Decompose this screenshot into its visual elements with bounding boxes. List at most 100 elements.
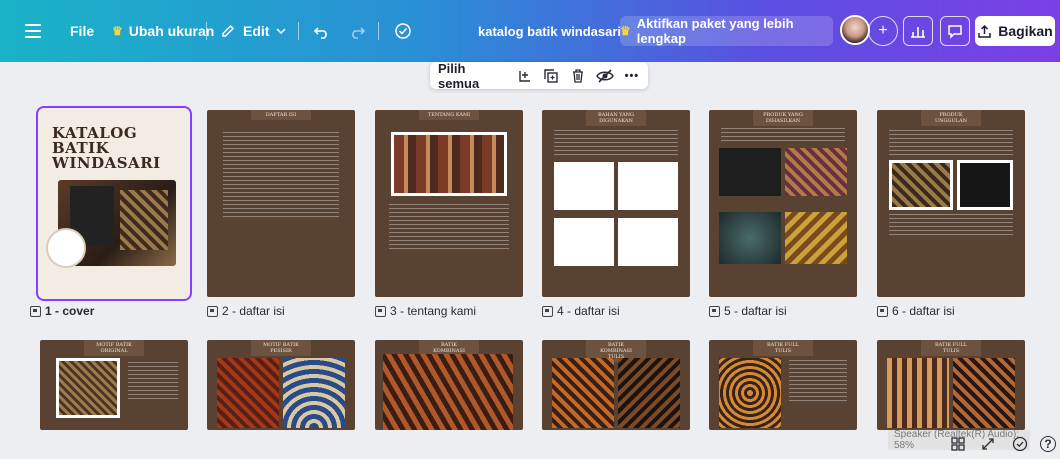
document-title[interactable]: katalog batik windasari [478,0,621,62]
cover-title: KATALOG BATIK WINDASARI [52,124,161,172]
material-photo [618,162,678,210]
document-title-text: katalog batik windasari [478,23,622,39]
selection-toolbar: Pilih semua ••• [430,61,648,91]
page-thumbnail-6[interactable]: PRODUK UNGGULAN [877,110,1025,297]
fullscreen-icon[interactable] [980,436,996,452]
bar-chart-icon [911,27,925,38]
product-photo [785,212,847,264]
page-title: BATIK FULL TULIS [921,340,981,356]
page-caption-2[interactable]: 2 - daftar isi [207,304,285,318]
select-all-button[interactable]: Pilih semua [438,61,503,91]
page-title: MOTIF BATIK PESISIR [251,340,311,356]
motif-photo [56,358,120,418]
page-thumbnail-11[interactable]: BATIK FULL TULIS [709,340,857,430]
text-block [389,204,509,250]
grid-view-icon[interactable] [950,436,966,452]
toc-lines [223,132,339,218]
save-status-button[interactable] [393,0,413,62]
plus-icon: + [878,22,888,39]
page-caption-5[interactable]: 5 - daftar isi [709,304,787,318]
insights-button[interactable] [903,16,933,46]
upgrade-label: Aktifkan paket yang lebih lengkap [636,16,794,46]
page-thumbnail-10[interactable]: BATIK KOMBINASI TULIS [542,340,690,430]
page-title: MOTIF BATIK ORIGINAL [84,340,144,356]
crown-icon: ♛ [620,24,631,38]
text-block [721,128,845,144]
edit-label: Edit [243,23,270,39]
avatar[interactable] [840,15,870,45]
product-photo [719,212,781,264]
material-photo [554,218,614,266]
text-block [889,214,1013,238]
file-label: File [70,23,95,39]
text-block [554,130,678,158]
badge-stamp [46,228,86,268]
page-thumbnail-4[interactable]: BAHAN YANG DIGUNAKAN [542,110,690,297]
trash-icon[interactable] [570,67,586,85]
upload-icon [978,24,992,38]
upgrade-button[interactable]: ♛ Aktifkan paket yang lebih lengkap [620,16,833,46]
material-photo [554,162,614,210]
redo-icon [352,27,366,39]
product-photo [785,148,847,196]
divider [298,22,299,40]
page-title: BATIK FULL TULIS [753,340,813,356]
page-icon [542,305,553,317]
motif-photo [217,358,279,428]
motif-photo [953,358,1015,428]
page-caption-4[interactable]: 4 - daftar isi [542,304,620,318]
page-thumbnail-1[interactable]: KATALOG BATIK WINDASARI [36,106,192,301]
crown-icon: ♛ [112,24,123,38]
check-circle-icon[interactable] [1012,436,1028,452]
menu-icon[interactable] [22,0,44,62]
divider [206,22,207,40]
undo-button[interactable] [313,0,331,62]
comments-button[interactable] [940,16,970,46]
page-thumbnail-9[interactable]: BATIK KOMBINASI TULIS [375,340,523,430]
product-photo [889,160,953,210]
more-options-icon[interactable]: ••• [624,67,640,85]
motif-photo [887,358,949,428]
motif-photo [719,358,781,428]
page-caption-6[interactable]: 6 - daftar isi [877,304,955,318]
page-thumbnail-8[interactable]: MOTIF BATIK PESISIR [207,340,355,430]
page-title: BAHAN YANG DIGUNAKAN [586,110,646,126]
add-page-icon[interactable] [517,67,533,85]
page-thumbnail-2[interactable]: DAFTAR ISI [207,110,355,297]
product-photo [719,148,781,196]
motif-photo [383,354,513,430]
file-menu[interactable]: File [70,0,94,62]
help-icon[interactable]: ? [1040,436,1056,452]
duplicate-icon[interactable] [543,67,559,85]
page-thumbnail-12[interactable]: BATIK FULL TULIS [877,340,1025,430]
comment-icon [948,25,962,39]
page-icon [709,305,720,317]
material-photo [618,218,678,266]
page-title: PRODUK YANG DIHASILKAN [753,110,813,126]
divider [378,22,379,40]
page-thumbnail-5[interactable]: PRODUK YANG DIHASILKAN [709,110,857,297]
page-caption-1[interactable]: 1 - cover [30,304,94,318]
edit-menu[interactable]: Edit [220,0,287,62]
undo-icon [313,27,327,39]
chevron-down-icon [276,28,286,35]
redo-button[interactable] [348,0,366,62]
resize-button[interactable]: ♛ Ubah ukuran [112,0,214,62]
add-collaborator-button[interactable]: + [868,16,898,46]
page-icon [30,305,41,317]
top-bar: File ♛ Ubah ukuran Edit katalog batik wi… [0,0,1060,62]
motif-photo [283,358,345,428]
page-caption-3[interactable]: 3 - tentang kami [375,304,476,318]
page-title: TENTANG KAMI [419,110,479,120]
hide-icon[interactable] [595,67,614,85]
motif-photo [552,358,614,428]
share-button[interactable]: Bagikan [975,16,1055,46]
share-label: Bagikan [998,23,1053,39]
product-photo [957,160,1013,210]
page-title: DAFTAR ISI [251,110,311,120]
page-thumbnail-7[interactable]: MOTIF BATIK ORIGINAL [40,340,188,430]
pencil-icon [222,24,235,37]
page-thumbnail-3[interactable]: TENTANG KAMI [375,110,523,297]
page-icon [207,305,218,317]
text-block [789,360,847,404]
